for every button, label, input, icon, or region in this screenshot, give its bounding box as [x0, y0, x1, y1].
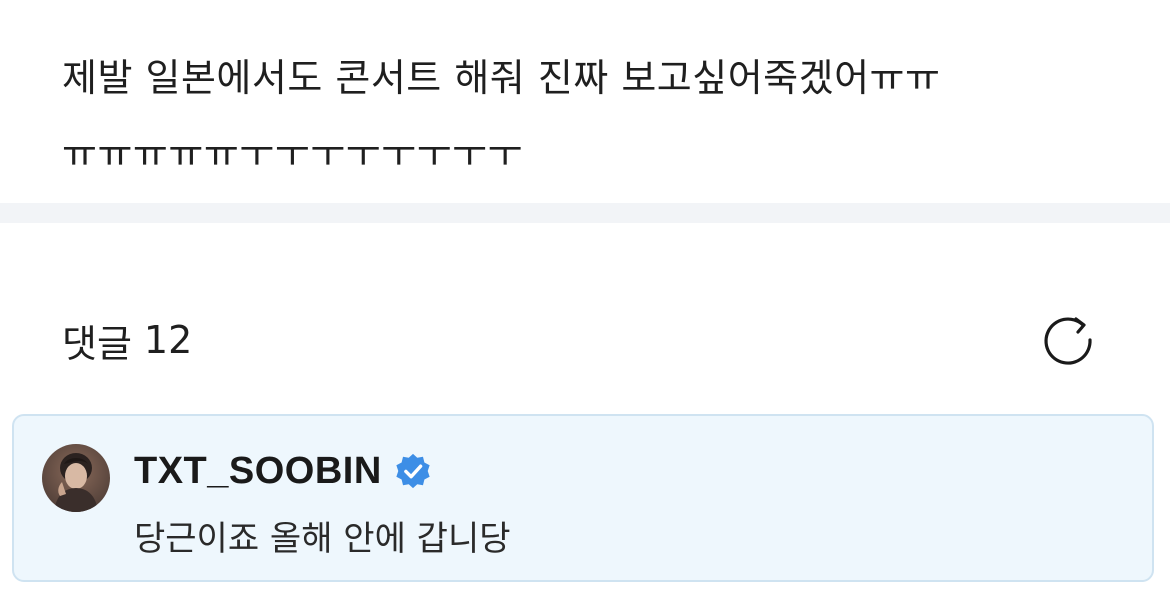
comments-header: 댓글 12	[62, 312, 192, 368]
verified-badge-icon	[394, 452, 432, 490]
post-detail-page: 제발 일본에서도 콘서트 해줘 진짜 보고싶어죽겠어ㅠㅠ ㅠㅠㅠㅠㅠㅜㅜㅜㅜㅜㅜ…	[0, 0, 1170, 611]
section-divider	[0, 203, 1170, 223]
comment-author-name[interactable]: TXT_SOOBIN	[134, 450, 382, 493]
comments-count: 12	[143, 318, 193, 362]
post-body-text: 제발 일본에서도 콘서트 해줘 진짜 보고싶어죽겠어ㅠㅠ ㅠㅠㅠㅠㅠㅜㅜㅜㅜㅜㅜ…	[62, 56, 941, 176]
comment-author-row: TXT_SOOBIN	[134, 446, 432, 496]
comment-text: 당근이죠 올해 안에 갑니당	[134, 519, 511, 559]
featured-comment-card[interactable]: TXT_SOOBIN 당근이죠 올해 안에 갑니당	[12, 414, 1154, 582]
refresh-button[interactable]	[1036, 308, 1100, 372]
refresh-icon	[1044, 317, 1092, 365]
comments-label: 댓글	[62, 321, 132, 366]
avatar[interactable]	[42, 444, 110, 512]
